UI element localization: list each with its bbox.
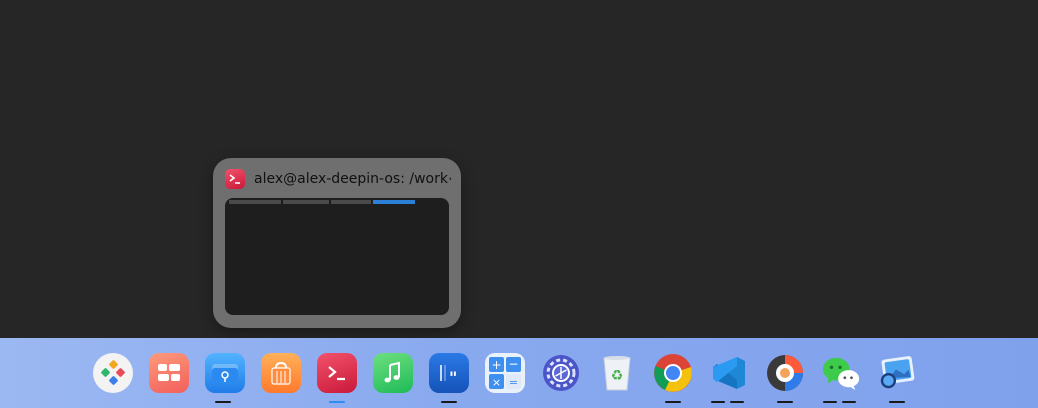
image-viewer-icon <box>877 353 917 393</box>
wechat-icon <box>821 353 861 393</box>
active-indicator <box>329 401 345 403</box>
terminal-icon <box>225 169 245 189</box>
preview-window-title: alex@alex-deepin-os: /work⋯ <box>254 171 451 187</box>
screen-recorder-icon <box>765 353 805 393</box>
thumbnail-tab <box>331 200 371 204</box>
dock-item-file-manager[interactable] <box>203 353 247 397</box>
dock-item-terminal[interactable] <box>315 353 359 397</box>
svg-text:−: − <box>508 357 518 371</box>
text-editor-icon: " <box>429 353 469 393</box>
music-icon <box>373 353 413 393</box>
running-indicator <box>777 401 793 403</box>
thumbnail-tab <box>283 200 329 204</box>
launcher-icon <box>93 353 133 393</box>
thumbnail-tab <box>229 200 281 204</box>
chrome-icon <box>653 353 693 393</box>
window-thumbnail[interactable] <box>225 198 449 315</box>
dock-item-chrome[interactable] <box>651 353 695 397</box>
window-preview[interactable]: alex@alex-deepin-os: /work⋯ <box>213 158 461 328</box>
svg-text:×: × <box>492 376 501 389</box>
dock-item-music[interactable] <box>371 353 415 397</box>
calculator-icon: + − × = <box>485 353 525 393</box>
running-indicator <box>215 401 231 403</box>
svg-text:": " <box>449 368 457 387</box>
dock-item-text-editor[interactable]: " <box>427 353 471 397</box>
running-indicator <box>889 401 905 403</box>
dock-item-vscode[interactable] <box>707 353 751 397</box>
file-manager-icon <box>205 353 245 393</box>
running-indicator <box>842 401 856 403</box>
running-indicator <box>823 401 837 403</box>
app-store-icon <box>261 353 301 393</box>
settings-icon <box>541 353 581 393</box>
multitasking-icon <box>149 353 189 393</box>
terminal-icon <box>317 353 357 393</box>
trash-icon: ♻ <box>597 353 637 393</box>
vscode-icon <box>709 353 749 393</box>
dock-item-multitasking[interactable] <box>147 353 191 397</box>
svg-text:=: = <box>509 376 518 389</box>
dock-item-control-center[interactable] <box>539 353 583 397</box>
dock-item-screen-recorder[interactable] <box>763 353 807 397</box>
running-indicator <box>730 401 744 403</box>
dock: " + − × = ♻ <box>0 338 1038 408</box>
running-indicator <box>441 401 457 403</box>
svg-text:+: + <box>491 358 501 372</box>
svg-text:♻: ♻ <box>611 368 624 384</box>
running-indicator <box>665 401 681 403</box>
dock-item-wechat[interactable] <box>819 353 863 397</box>
thumbnail-tab-active <box>373 200 415 204</box>
running-indicator <box>711 401 725 403</box>
dock-item-calculator[interactable]: + − × = <box>483 353 527 397</box>
dock-item-trash[interactable]: ♻ <box>595 353 639 397</box>
thumbnail-tab-bar <box>229 200 445 204</box>
dock-item-launcher[interactable] <box>91 353 135 397</box>
preview-header: alex@alex-deepin-os: /work⋯ <box>225 168 451 190</box>
dock-item-image-viewer[interactable] <box>875 353 919 397</box>
dock-item-app-store[interactable] <box>259 353 303 397</box>
